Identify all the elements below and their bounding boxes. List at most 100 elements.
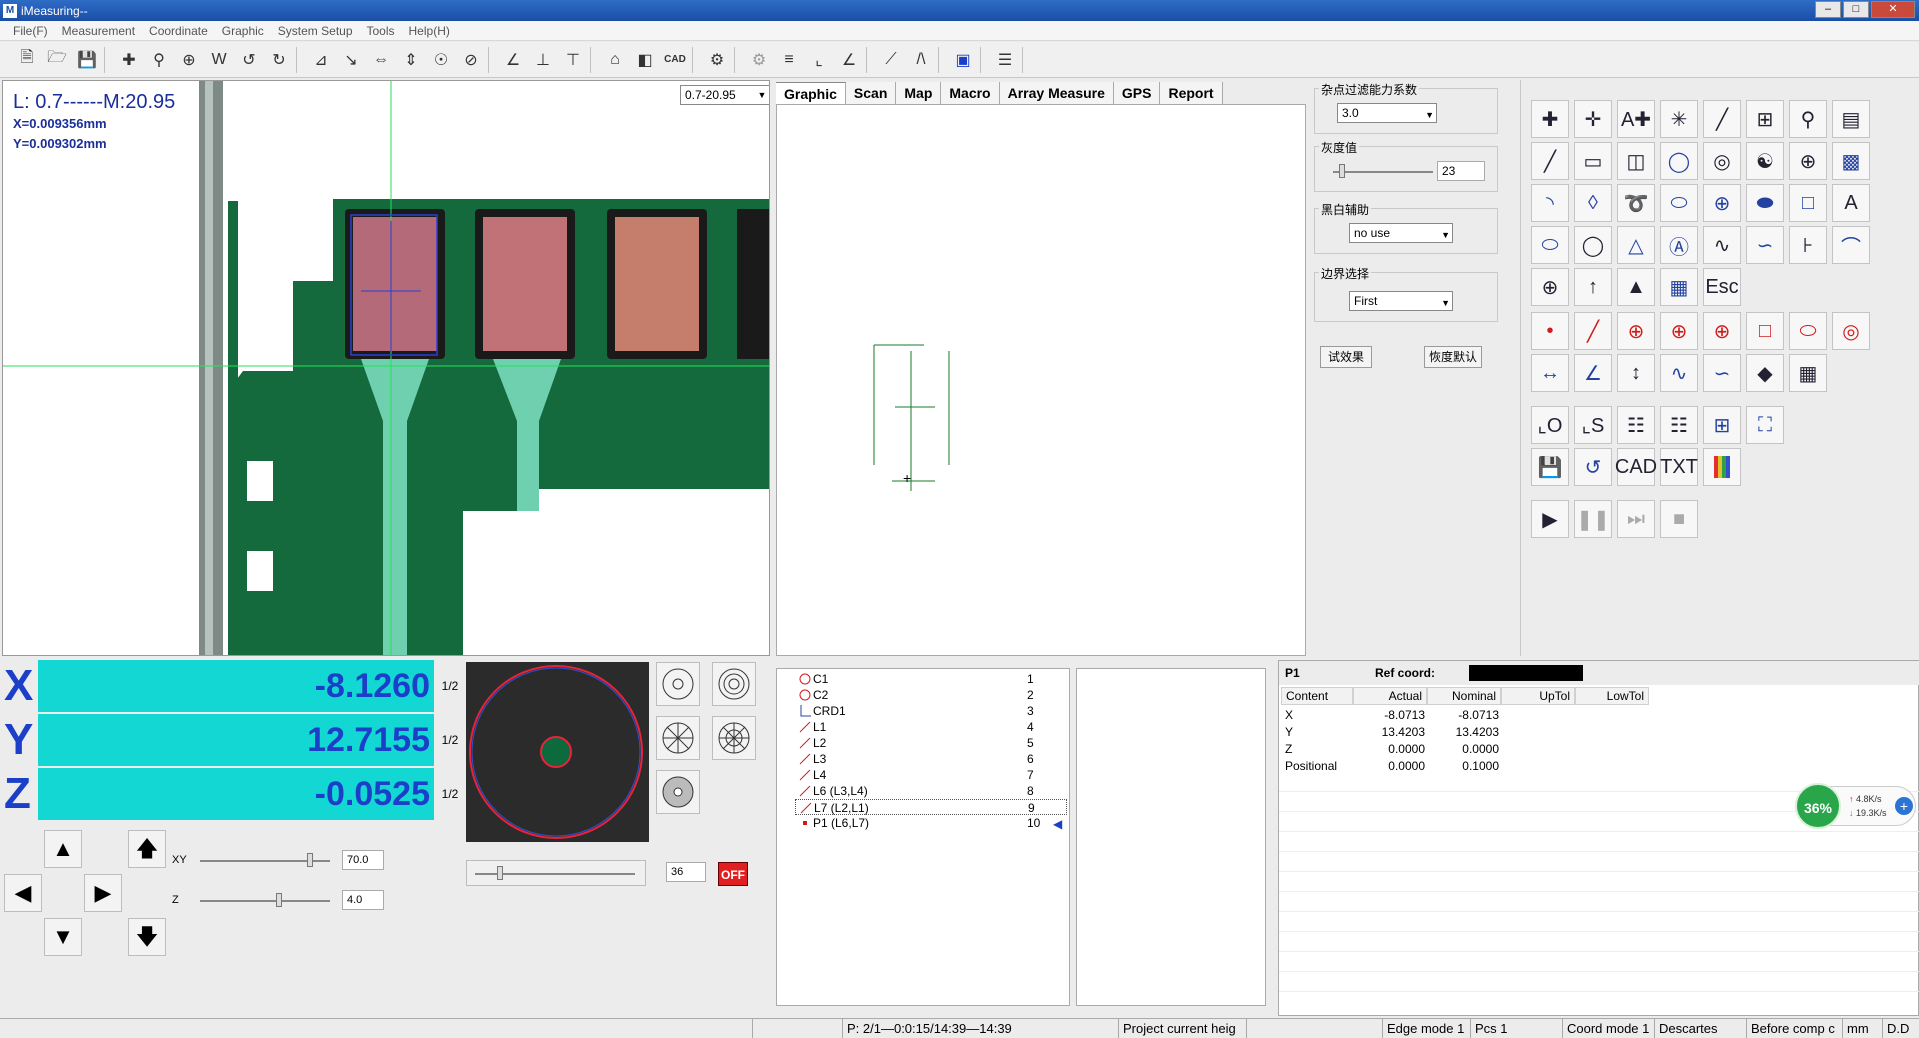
menu-graphic[interactable]: Graphic (215, 24, 271, 38)
dotted-rect-icon[interactable]: □ (1789, 184, 1827, 222)
calculator-icon[interactable]: ▦ (1789, 354, 1827, 392)
crosshair-icon[interactable]: ✚ (114, 46, 144, 74)
menu-coordinate[interactable]: Coordinate (142, 24, 215, 38)
rect-icon[interactable]: ▭ (1574, 142, 1612, 180)
slant-line-icon[interactable]: ╱ (1531, 142, 1569, 180)
line-icon[interactable]: ⟋ (876, 46, 906, 74)
zoom-in-icon[interactable]: ⊞ (1703, 406, 1741, 444)
js-icon[interactable]: ⌞S (1574, 406, 1612, 444)
noise-filter-select[interactable]: 3.0 ▼ (1337, 103, 1437, 123)
ellipse-dotted-icon[interactable]: ⬭ (1531, 226, 1569, 264)
arc-icon[interactable]: ◝ (1531, 184, 1569, 222)
tab-graphic[interactable]: Graphic (776, 82, 846, 104)
cad-icon[interactable]: CAD (660, 46, 690, 74)
ellipse-red-icon[interactable]: ⬭ (1789, 312, 1827, 350)
bottom-light-button[interactable] (656, 770, 700, 814)
z-speed-slider[interactable] (200, 900, 330, 902)
menu-system-setup[interactable]: System Setup (271, 24, 360, 38)
circle-red-3-icon[interactable]: ⊕ (1703, 312, 1741, 350)
list-item[interactable]: CRD1 3 (795, 703, 1067, 719)
jog-right-button[interactable]: ▶ (84, 874, 122, 912)
curve-dotted-icon[interactable]: ∽ (1746, 226, 1784, 264)
menu-tools[interactable]: Tools (360, 24, 402, 38)
auto-a-icon[interactable]: ⊿ (306, 46, 336, 74)
circle-ring-icon[interactable]: ◯ (1660, 142, 1698, 180)
dro-x-half-button[interactable]: 1/2 (436, 660, 464, 712)
color-bars-icon[interactable] (1703, 448, 1741, 486)
edge-select[interactable]: First ▼ (1349, 291, 1453, 311)
menu-file[interactable]: File(F) (6, 24, 55, 38)
horizontal-dim-icon[interactable]: ⊥ (528, 46, 558, 74)
light-slider-thumb[interactable] (497, 866, 503, 880)
list-item[interactable]: L4 7 (795, 767, 1067, 783)
blob-icon[interactable]: ∽ (1703, 354, 1741, 392)
list-item[interactable]: L1 4 (795, 719, 1067, 735)
parallel-icon[interactable]: ≡ (774, 46, 804, 74)
curve-icon[interactable]: ∿ (1703, 226, 1741, 264)
zoom-window-icon[interactable]: ⚲ (144, 46, 174, 74)
ellipse-a-icon[interactable]: ◯ (1574, 226, 1612, 264)
light-level-slider[interactable] (466, 860, 646, 886)
calc-table-icon[interactable]: ▦ (1660, 268, 1698, 306)
dotted-box-icon[interactable]: ▩ (1832, 142, 1870, 180)
jog-left-button[interactable]: ◀ (4, 874, 42, 912)
z-speed-input[interactable]: 4.0 (342, 890, 384, 910)
maximize-button[interactable]: □ (1843, 1, 1869, 18)
menu-help[interactable]: Help(H) (402, 24, 457, 38)
w-icon[interactable]: W (204, 46, 234, 74)
export-w-icon[interactable]: ☷ (1660, 406, 1698, 444)
gear-icon[interactable]: ⚙ (702, 46, 732, 74)
light-off-button[interactable]: OFF (718, 862, 748, 886)
arc-blue-icon[interactable]: ⌒ (1832, 226, 1870, 264)
segment-light-button[interactable] (656, 716, 700, 760)
dro-z-half-button[interactable]: 1/2 (436, 768, 464, 820)
circle-plus-small-icon[interactable]: ⊕ (1531, 268, 1569, 306)
tab-map[interactable]: Map (896, 82, 942, 104)
add-box-icon[interactable]: ⊞ (1746, 100, 1784, 138)
minimize-button[interactable]: – (1815, 1, 1841, 18)
restore-default-button[interactable]: 恢度默认 (1424, 346, 1482, 368)
step-icon[interactable]: ⏭ (1617, 500, 1655, 538)
z-down-button[interactable]: 🡇 (128, 918, 166, 956)
txt-export-icon[interactable]: TXT (1660, 448, 1698, 486)
rect-red-icon[interactable]: □ (1746, 312, 1784, 350)
cross-multi-icon[interactable]: ✛ (1574, 100, 1612, 138)
esc-icon[interactable]: Esc (1703, 268, 1741, 306)
line-tool-icon[interactable]: ╱ (1703, 100, 1741, 138)
light-ring-view[interactable] (466, 662, 649, 842)
double-rect-icon[interactable]: ◫ (1617, 142, 1655, 180)
line-red-icon[interactable]: ╱ (1574, 312, 1612, 350)
circle-red-icon[interactable]: ⊕ (1617, 312, 1655, 350)
triangle-circle-icon[interactable]: △ (1617, 226, 1655, 264)
new-file-icon[interactable]: 🗎 (12, 46, 42, 74)
tab-scan[interactable]: Scan (845, 82, 897, 104)
zoom-select[interactable]: 0.7-20.95 ▼ (680, 85, 769, 105)
network-speed-widget[interactable]: 36% ↑ 4.8K/s ↓ 19.3K/s + (1795, 783, 1916, 829)
text-a-box-icon[interactable]: A (1832, 184, 1870, 222)
circle-red-2-icon[interactable]: ⊕ (1660, 312, 1698, 350)
cad-export-icon[interactable]: CAD (1615, 448, 1657, 486)
graphic-canvas[interactable]: + (776, 104, 1306, 656)
close-button[interactable]: ✕ (1871, 1, 1915, 18)
parallel-lines-icon[interactable]: /\ (906, 46, 936, 74)
circle-a-icon[interactable]: Ⓐ (1660, 226, 1698, 264)
gray-value-input[interactable]: 23 (1437, 161, 1485, 181)
vertical-dim-icon[interactable]: ⊤ (558, 46, 588, 74)
ellipse-icon[interactable]: ⬭ (1660, 184, 1698, 222)
table-row[interactable]: Positional 0.0000 0.1000 (1279, 758, 1919, 775)
no-entry-icon[interactable]: ⊘ (456, 46, 486, 74)
ring-light-button[interactable] (712, 662, 756, 706)
tab-gps[interactable]: GPS (1113, 82, 1161, 104)
fit-icon[interactable]: ⛶ (1746, 406, 1784, 444)
list-item[interactable]: L3 6 (795, 751, 1067, 767)
list-icon[interactable]: ☰ (990, 46, 1020, 74)
rotate-right-icon[interactable]: ↻ (264, 46, 294, 74)
bw-assist-select[interactable]: no use ▼ (1349, 223, 1453, 243)
list-item[interactable]: L6 (L3,L4) 8 (795, 783, 1067, 799)
list-item[interactable]: C1 1 (795, 671, 1067, 687)
table-row[interactable]: X -8.0713 -8.0713 (1279, 707, 1919, 724)
save-icon[interactable]: 💾 (72, 46, 102, 74)
dro-y-half-button[interactable]: 1/2 (436, 714, 464, 766)
lens-icon[interactable]: ◊ (1574, 184, 1612, 222)
point-red-icon[interactable]: • (1531, 312, 1569, 350)
